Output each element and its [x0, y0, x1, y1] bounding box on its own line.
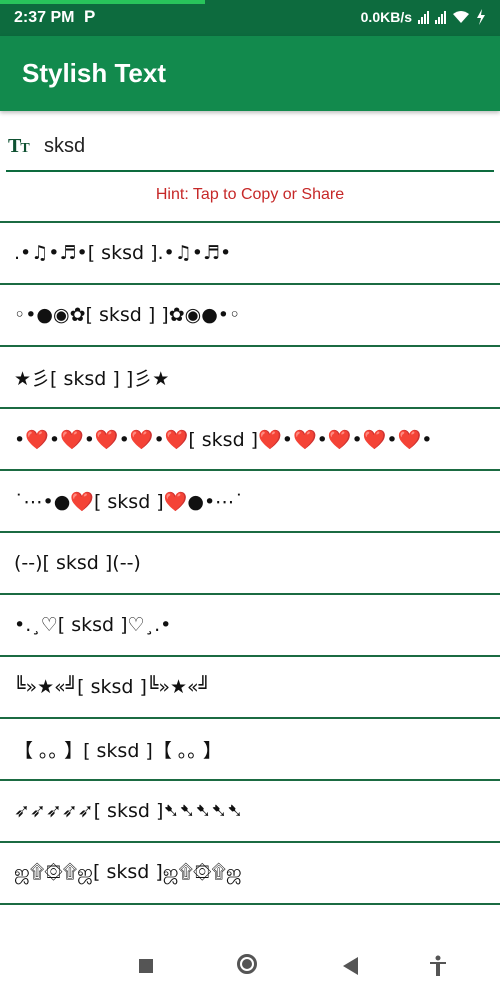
styled-text-item[interactable]: •.¸♡[ sksd ]♡¸.•	[0, 593, 500, 655]
network-speed: 0.0KB/s	[360, 9, 412, 25]
app-title: Stylish Text	[22, 58, 167, 88]
accessibility-icon[interactable]	[428, 955, 448, 977]
text-size-icon: TT	[8, 135, 30, 157]
styled-text-item[interactable]: ➶➶➶➶➶[ sksd ]➷➷➷➷➷	[0, 779, 500, 841]
input-underline	[6, 170, 494, 172]
hint-text: Hint: Tap to Copy or Share	[155, 186, 345, 203]
app-notification-icon: P	[84, 7, 96, 26]
app-bar: Stylish Text	[0, 36, 500, 111]
wifi-icon	[453, 11, 469, 23]
home-circle-icon[interactable]	[237, 954, 257, 974]
signal-icon	[435, 10, 446, 24]
back-triangle-icon[interactable]	[343, 957, 358, 975]
status-indicators: 0.0KB/s	[361, 9, 486, 25]
styled-text-item[interactable]: ★彡[ sksd ] ]彡★	[0, 345, 500, 407]
status-bar: 2:37 PM P 0.0KB/s	[0, 0, 500, 36]
styled-text-item[interactable]: ◦•●◉✿[ sksd ] ]✿◉●•◦	[0, 283, 500, 345]
styled-text-list: .•♫•♬•[ sksd ].•♫•♬• ◦•●◉✿[ sksd ] ]✿◉●•…	[0, 221, 500, 905]
status-time: 2:37 PM	[14, 9, 75, 26]
styled-text-item[interactable]: (--)[ sksd ](--)	[0, 531, 500, 593]
recents-square-icon[interactable]	[139, 959, 153, 973]
styled-text-item[interactable]: ஜ۩۞۩ஜ[ sksd ]ஜ۩۞۩ஜ	[0, 841, 500, 905]
signal-icon	[418, 10, 429, 24]
styled-text-item[interactable]: •❤️•❤️•❤️•❤️•❤️[ sksd ]❤️•❤️•❤️•❤️•❤️•	[0, 407, 500, 469]
styled-text-item[interactable]: 【 ｡｡ 】[ sksd ]【 ｡｡ 】	[0, 717, 500, 779]
styled-text-item[interactable]: ╚»★«╝[ sksd ]╚»★«╝	[0, 655, 500, 717]
text-input-row: TT	[0, 116, 500, 174]
text-input[interactable]	[44, 132, 464, 160]
battery-charging-icon	[477, 9, 485, 25]
navigation-bar	[0, 935, 500, 1000]
styled-text-item[interactable]: .•♫•♬•[ sksd ].•♫•♬•	[0, 221, 500, 283]
loading-progress-bar	[0, 0, 205, 4]
styled-text-item[interactable]: ˙⋯•●❤️[ sksd ]❤️●•⋯˙	[0, 469, 500, 531]
